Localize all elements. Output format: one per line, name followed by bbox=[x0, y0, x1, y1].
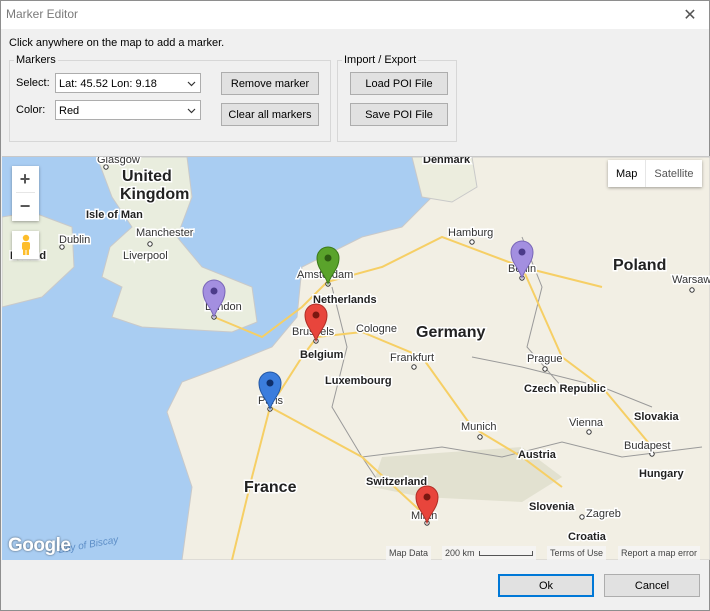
country-label-uk2: Kingdom bbox=[120, 186, 189, 203]
clear-all-markers-button[interactable]: Clear all markers bbox=[221, 103, 319, 126]
country-label-denmark: Denmark bbox=[423, 157, 471, 166]
title-bar: Marker Editor ✕ bbox=[1, 1, 709, 29]
country-label-netherlands: Netherlands bbox=[313, 294, 377, 306]
window-title: Marker Editor bbox=[6, 7, 79, 21]
chevron-down-icon bbox=[187, 108, 196, 114]
country-label-uk: United bbox=[122, 168, 172, 185]
zoom-out-button[interactable]: − bbox=[12, 193, 38, 219]
svg-text:Cologne: Cologne bbox=[356, 323, 397, 335]
country-label-isle: Isle of Man bbox=[86, 209, 143, 221]
load-poi-file-button[interactable]: Load POI File bbox=[350, 72, 448, 95]
import-export-group: Import / Export bbox=[337, 54, 457, 142]
map-type-control: Map Satellite bbox=[608, 160, 702, 187]
map-type-satellite[interactable]: Satellite bbox=[645, 160, 701, 187]
markers-legend: Markers bbox=[16, 54, 56, 66]
svg-text:Hamburg: Hamburg bbox=[448, 227, 493, 239]
svg-text:Prague: Prague bbox=[527, 353, 562, 365]
map-view[interactable]: United Kingdom Netherlands Belgium Luxem… bbox=[2, 156, 710, 560]
svg-text:Munich: Munich bbox=[461, 421, 496, 433]
country-label-belgium: Belgium bbox=[300, 349, 344, 361]
country-label-croatia: Croatia bbox=[568, 531, 607, 543]
street-view-pegman[interactable] bbox=[12, 231, 39, 259]
color-label: Color: bbox=[16, 104, 46, 116]
close-icon[interactable]: ✕ bbox=[675, 3, 705, 27]
scale-bar: 200 km bbox=[442, 546, 536, 560]
map-data-link[interactable]: Map Data bbox=[386, 546, 432, 560]
color-select-value: Red bbox=[59, 105, 80, 117]
svg-text:Liverpool: Liverpool bbox=[123, 250, 168, 262]
country-label-czech: Czech Republic bbox=[524, 383, 606, 395]
chevron-down-icon bbox=[187, 81, 196, 87]
city-cologne: Cologne bbox=[355, 322, 399, 337]
save-poi-file-button[interactable]: Save POI File bbox=[350, 103, 448, 126]
country-label-poland: Poland bbox=[613, 257, 666, 274]
country-label-hungary: Hungary bbox=[639, 468, 685, 480]
svg-text:Frankfurt: Frankfurt bbox=[390, 352, 434, 364]
svg-text:Manchester: Manchester bbox=[136, 227, 194, 239]
marker-editor-window: Marker Editor ✕ Click anywhere on the ma… bbox=[0, 0, 710, 611]
country-label-slovenia: Slovenia bbox=[529, 501, 575, 513]
city-zagreb: Zagreb bbox=[579, 507, 622, 522]
select-label: Select: bbox=[16, 77, 50, 89]
scale-label: 200 km bbox=[445, 548, 475, 558]
city-liverpool: Liverpool bbox=[122, 249, 170, 264]
map-canvas[interactable]: United Kingdom Netherlands Belgium Luxem… bbox=[2, 157, 710, 560]
country-label-switzerland: Switzerland bbox=[366, 476, 427, 488]
cancel-button[interactable]: Cancel bbox=[604, 574, 700, 597]
zoom-control: + − bbox=[12, 166, 39, 221]
svg-text:Budapest: Budapest bbox=[624, 440, 670, 452]
country-label-slovakia: Slovakia bbox=[634, 411, 680, 423]
svg-text:Vienna: Vienna bbox=[569, 417, 604, 429]
svg-text:Zagreb: Zagreb bbox=[586, 508, 621, 520]
import-export-legend: Import / Export bbox=[344, 54, 417, 66]
svg-text:Glasgow: Glasgow bbox=[97, 157, 140, 166]
map-type-map[interactable]: Map bbox=[608, 160, 645, 187]
instruction-text: Click anywhere on the map to add a marke… bbox=[9, 37, 225, 49]
scale-line bbox=[478, 550, 533, 556]
markers-group: Markers bbox=[9, 54, 331, 142]
svg-text:Warsaw: Warsaw bbox=[672, 274, 710, 286]
ok-button[interactable]: Ok bbox=[498, 574, 594, 597]
color-select[interactable]: Red bbox=[55, 100, 201, 120]
country-label-austria: Austria bbox=[518, 449, 557, 461]
google-logo: Google bbox=[8, 535, 71, 556]
marker-select-value: Lat: 45.52 Lon: 9.18 bbox=[59, 78, 157, 90]
marker-select[interactable]: Lat: 45.52 Lon: 9.18 bbox=[55, 73, 201, 93]
terms-of-use-link[interactable]: Terms of Use bbox=[547, 546, 607, 560]
country-label-germany: Germany bbox=[416, 324, 485, 341]
country-label-france: France bbox=[244, 479, 297, 496]
pegman-icon bbox=[21, 234, 30, 255]
remove-marker-button[interactable]: Remove marker bbox=[221, 72, 319, 95]
zoom-in-button[interactable]: + bbox=[12, 166, 38, 192]
svg-text:Dublin: Dublin bbox=[59, 234, 90, 246]
country-label-luxembourg: Luxembourg bbox=[325, 375, 392, 387]
report-map-error-link[interactable]: Report a map error bbox=[618, 546, 701, 560]
